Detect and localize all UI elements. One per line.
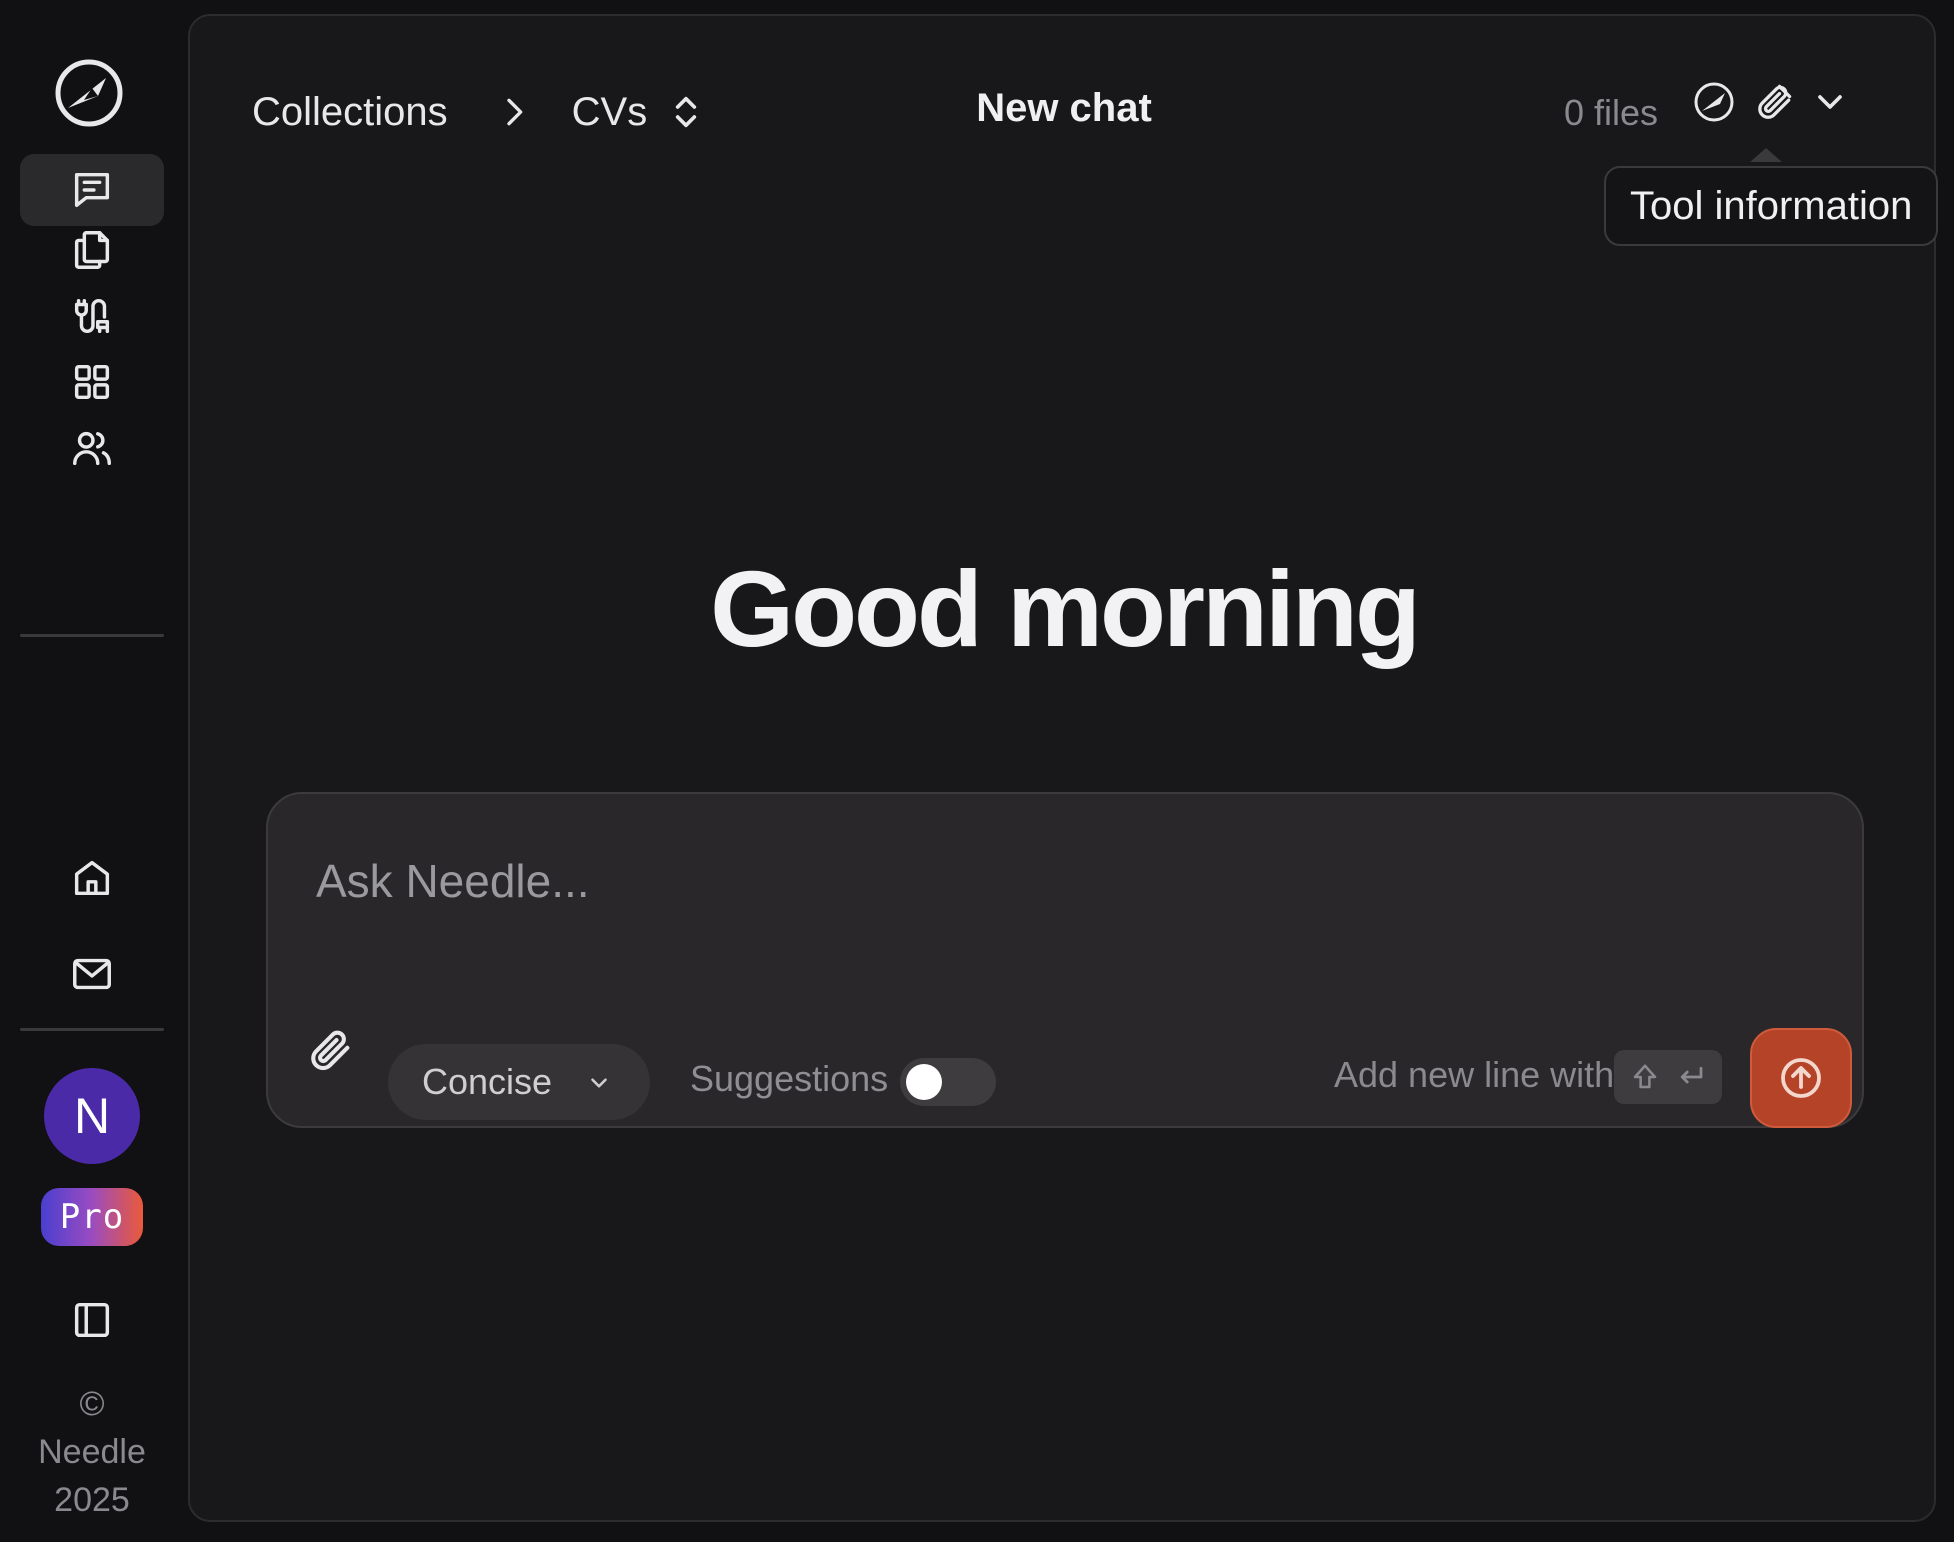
sidebar-toggle-button[interactable] — [20, 1284, 164, 1356]
chevron-down-icon — [591, 1078, 607, 1088]
files-count[interactable]: 0 files — [1564, 92, 1658, 134]
suggestions-toggle[interactable] — [900, 1058, 996, 1106]
sidebar-item-mail[interactable] — [20, 938, 164, 1010]
breadcrumb-current[interactable]: CVs — [572, 90, 648, 135]
chat-input[interactable] — [314, 840, 1798, 922]
arrow-up-circle-icon — [1781, 1058, 1821, 1098]
footer-year: 2025 — [54, 1481, 130, 1519]
sidebar-item-home[interactable] — [20, 842, 164, 914]
files-icon — [74, 231, 110, 269]
breadcrumb: Collections CVs — [252, 74, 701, 150]
chat-icon — [74, 172, 110, 208]
chevron-updown-icon[interactable] — [671, 92, 701, 132]
copyright-symbol: © — [79, 1385, 105, 1423]
send-button[interactable] — [1750, 1028, 1852, 1128]
needle-tool-icon[interactable] — [1692, 80, 1736, 124]
sidebar-item-team[interactable] — [20, 412, 164, 484]
avatar[interactable]: N — [44, 1068, 140, 1164]
sidebar-divider — [20, 1028, 164, 1031]
sidebar: N Pro © Needle 2025 — [0, 0, 184, 1542]
connectors-icon — [74, 298, 110, 334]
mail-icon — [73, 958, 111, 990]
needle-logo-icon[interactable] — [54, 58, 124, 128]
pro-badge[interactable]: Pro — [41, 1188, 143, 1246]
sidebar-item-files[interactable] — [20, 214, 164, 286]
tool-information-tooltip: Tool information — [1604, 166, 1939, 246]
app-window: N Pro © Needle 2025 Collections CVs New … — [0, 0, 1954, 1542]
shift-key-icon — [1633, 1064, 1657, 1089]
response-mode-select[interactable]: Concise — [388, 1044, 650, 1120]
shift-enter-shortcut — [1614, 1050, 1722, 1104]
chevron-right-icon — [506, 98, 522, 126]
sidebar-item-connectors[interactable] — [20, 280, 164, 352]
footer-copyright: © Needle 2025 — [0, 1380, 184, 1524]
sidebar-item-apps[interactable] — [20, 346, 164, 418]
users-icon — [73, 431, 111, 466]
suggestions-label: Suggestions — [690, 1058, 889, 1099]
sidebar-divider — [20, 634, 164, 637]
paperclip-tools-icon[interactable] — [1752, 80, 1796, 124]
grid-icon — [74, 364, 110, 400]
response-mode-label: Concise — [422, 1061, 553, 1102]
tooltip-arrow — [1750, 148, 1782, 162]
enter-key-icon — [1680, 1066, 1703, 1084]
main-panel: Collections CVs New chat 0 files Tool in… — [188, 14, 1939, 1522]
chat-composer: Concise Suggestions Add new line with — [266, 792, 1864, 1128]
greeting-heading: Good morning — [710, 548, 1421, 669]
newline-hint: Add new line with — [1334, 1054, 1615, 1095]
toggle-knob — [906, 1064, 942, 1100]
chevron-down-icon[interactable] — [1810, 82, 1850, 122]
sidebar-panel-icon — [74, 1302, 110, 1338]
home-icon — [74, 860, 110, 896]
breadcrumb-collections[interactable]: Collections — [252, 90, 448, 135]
footer-brand: Needle — [38, 1433, 146, 1471]
paperclip-icon[interactable] — [304, 1024, 356, 1076]
